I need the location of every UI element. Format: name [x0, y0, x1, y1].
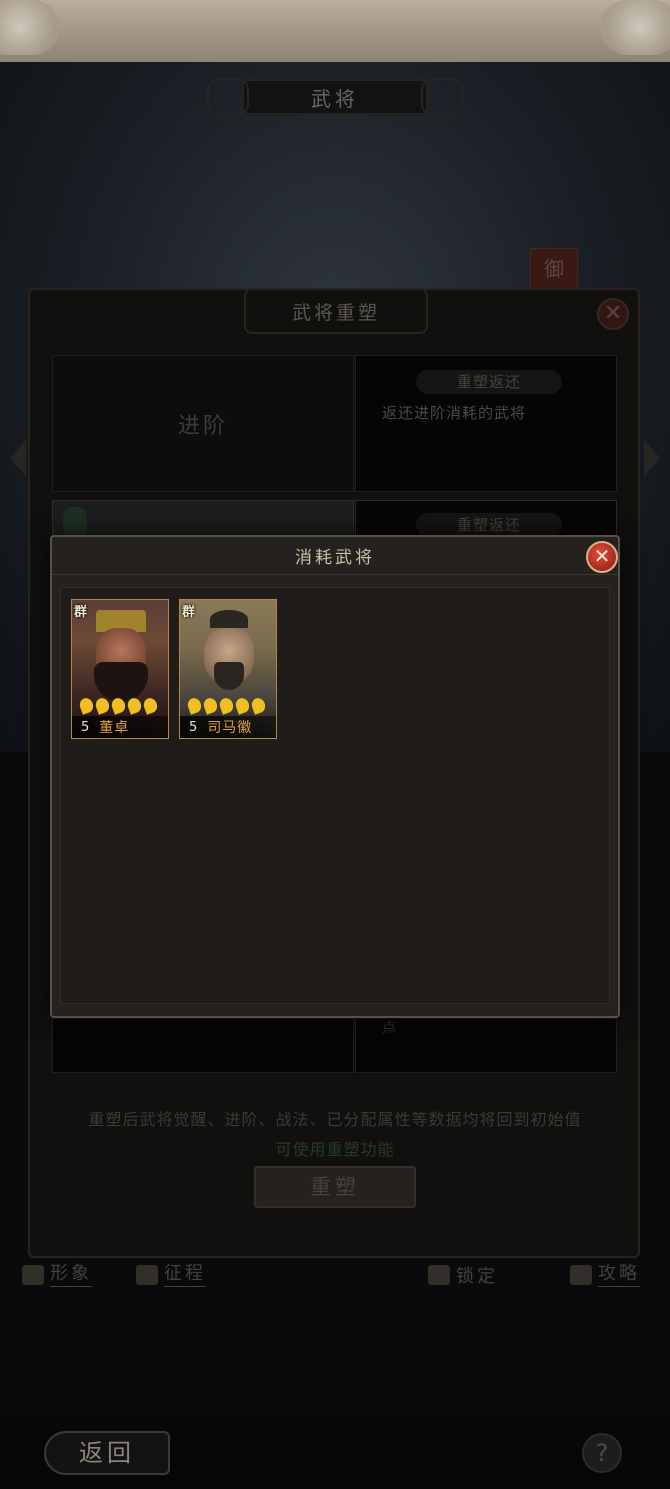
star-rating [185, 696, 268, 715]
star-icon [77, 696, 96, 715]
star-icon [249, 696, 268, 715]
consume-generals-modal: 消耗武将 ✕ 群 5 董卓 群 5 司马徽 [50, 535, 620, 1018]
beard-shape [214, 662, 244, 690]
modal-title: 消耗武将 [52, 537, 618, 575]
general-level: 5 [81, 719, 90, 735]
general-name: 董卓 [99, 720, 130, 736]
beard-shape [94, 662, 148, 702]
general-card[interactable]: 群 5 司马徽 [179, 599, 277, 739]
star-icon [201, 696, 220, 715]
star-icon [233, 696, 252, 715]
modal-close-icon[interactable]: ✕ [586, 541, 618, 573]
back-button[interactable]: 返回 [44, 1431, 170, 1475]
faction-badge: 群 [74, 605, 88, 620]
hair-shape [210, 610, 248, 628]
star-icon [93, 696, 112, 715]
card-footer: 5 董卓 [72, 716, 168, 738]
help-icon[interactable]: ? [582, 1433, 622, 1473]
star-icon [217, 696, 236, 715]
cloud-ornament-left [0, 0, 60, 55]
general-name: 司马徽 [207, 720, 253, 736]
top-backdrop [0, 0, 670, 62]
star-rating [77, 696, 160, 715]
cloud-ornament-right [600, 0, 670, 55]
general-card[interactable]: 群 5 董卓 [71, 599, 169, 739]
star-icon [125, 696, 144, 715]
general-level: 5 [189, 719, 198, 735]
star-icon [141, 696, 160, 715]
star-icon [109, 696, 128, 715]
faction-badge: 群 [182, 605, 196, 620]
card-footer: 5 司马徽 [180, 716, 276, 738]
star-icon [185, 696, 204, 715]
